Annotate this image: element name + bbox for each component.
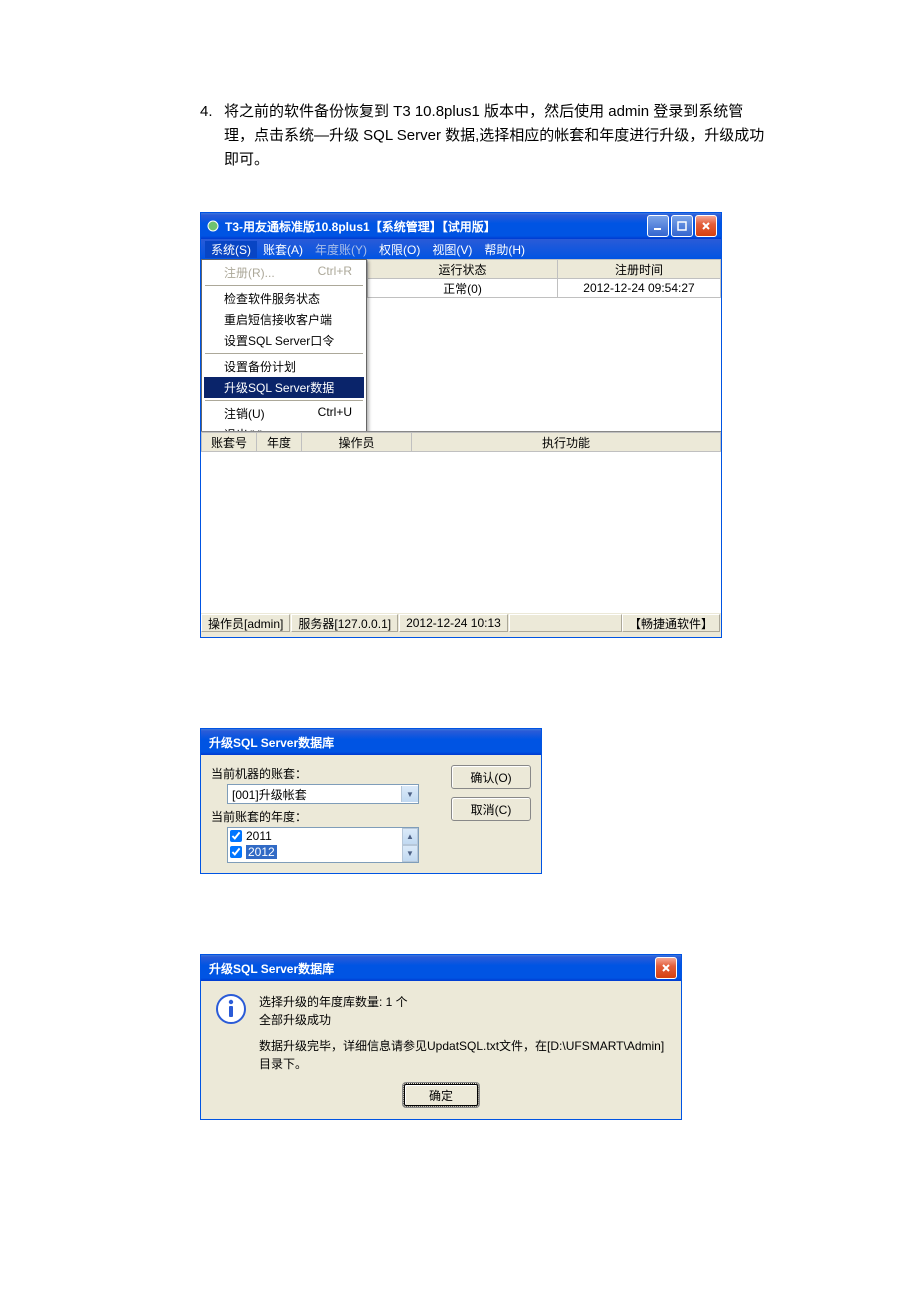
menu-view[interactable]: 视图(V) xyxy=(426,241,478,258)
status-operator: 操作员[admin] xyxy=(201,614,290,632)
menu-separator xyxy=(205,353,363,354)
app-icon xyxy=(205,218,221,234)
dialog-title: 升级SQL Server数据库 xyxy=(205,734,537,751)
account-combo-value: [001]升级帐套 xyxy=(228,786,401,803)
info-icon xyxy=(215,993,247,1025)
scrollbar[interactable]: ▲ ▼ xyxy=(402,828,418,862)
col-acctno[interactable]: 账套号 xyxy=(202,433,257,452)
main-window: T3-用友通标准版10.8plus1【系统管理】【试用版】 系统(S) 账套(A… xyxy=(200,212,722,638)
year-checkbox[interactable] xyxy=(230,846,242,858)
menu-upgrade-sql[interactable]: 升级SQL Server数据 xyxy=(204,377,364,398)
cancel-button[interactable]: 取消(C) xyxy=(451,797,531,821)
label-account: 当前机器的账套： xyxy=(211,765,441,782)
col-regtime[interactable]: 注册时间 xyxy=(558,260,721,279)
close-button[interactable] xyxy=(695,215,717,237)
msgbox-titlebar[interactable]: 升级SQL Server数据库 xyxy=(201,955,681,981)
account-combo[interactable]: [001]升级帐套 ▼ xyxy=(227,784,419,804)
upgrade-dialog: 升级SQL Server数据库 当前机器的账套： [001]升级帐套 ▼ 当前账… xyxy=(200,728,542,874)
msg-line3: 数据升级完毕，详细信息请参见UpdatSQL.txt文件，在[D:\UFSMAR… xyxy=(259,1037,667,1073)
menu-check-service[interactable]: 检查软件服务状态 xyxy=(204,288,364,309)
menubar: 系统(S) 账套(A) 年度账(Y) 权限(O) 视图(V) 帮助(H) xyxy=(201,239,721,259)
col-year[interactable]: 年度 xyxy=(257,433,302,452)
messagebox: 升级SQL Server数据库 选择升级的年度库数量: 1 个 全部升级成功 数… xyxy=(200,954,682,1120)
year-item-2011[interactable]: 2011 xyxy=(228,828,418,844)
cell-status: 正常(0) xyxy=(368,279,558,298)
system-menu-dropdown: 注册(R)... Ctrl+R 检查软件服务状态 重启短信接收客户端 设置SQL… xyxy=(201,259,367,432)
menu-exit[interactable]: 退出(X) xyxy=(204,424,364,432)
menu-separator xyxy=(205,285,363,286)
minimize-button[interactable] xyxy=(647,215,669,237)
year-item-2012[interactable]: 2012 xyxy=(228,844,418,860)
instruction-body: 将之前的软件备份恢复到 T3 10.8plus1 版本中，然后使用 admin … xyxy=(224,100,770,172)
menu-set-backup[interactable]: 设置备份计划 xyxy=(204,356,364,377)
tasks-table: 账套号 年度 操作员 执行功能 xyxy=(201,432,721,452)
menu-set-sql-pwd[interactable]: 设置SQL Server口令 xyxy=(204,330,364,351)
menu-restart-sms[interactable]: 重启短信接收客户端 xyxy=(204,309,364,330)
maximize-button[interactable] xyxy=(671,215,693,237)
year-listbox[interactable]: 2011 2012 ▲ ▼ xyxy=(227,827,419,863)
menu-year[interactable]: 年度账(Y) xyxy=(309,241,373,258)
ok-button[interactable]: 确认(O) xyxy=(451,765,531,789)
dialog-titlebar[interactable]: 升级SQL Server数据库 xyxy=(201,729,541,755)
label-year: 当前账套的年度： xyxy=(211,808,441,825)
cell-regtime: 2012-12-24 09:54:27 xyxy=(558,279,721,298)
menu-help[interactable]: 帮助(H) xyxy=(478,241,531,258)
close-button[interactable] xyxy=(655,957,677,979)
scroll-up-icon[interactable]: ▲ xyxy=(402,828,418,845)
year-checkbox[interactable] xyxy=(230,830,242,842)
menu-system[interactable]: 系统(S) xyxy=(205,241,257,258)
chevron-down-icon[interactable]: ▼ xyxy=(401,786,418,802)
statusbar: 操作员[admin] 服务器[127.0.0.1] 2012-12-24 10:… xyxy=(201,612,721,633)
menu-account[interactable]: 账套(A) xyxy=(257,241,309,258)
msgbox-text: 选择升级的年度库数量: 1 个 全部升级成功 数据升级完毕，详细信息请参见Upd… xyxy=(259,993,667,1073)
window-body: 站点 运行状态 注册时间 UHUI 正常(0) 2012-12-24 09:54… xyxy=(201,259,721,637)
col-function[interactable]: 执行功能 xyxy=(412,433,721,452)
instruction-number: 4. xyxy=(200,100,224,172)
titlebar[interactable]: T3-用友通标准版10.8plus1【系统管理】【试用版】 xyxy=(201,213,721,239)
ok-button[interactable]: 确定 xyxy=(403,1083,479,1107)
col-operator[interactable]: 操作员 xyxy=(302,433,412,452)
menu-separator xyxy=(205,400,363,401)
msgbox-title: 升级SQL Server数据库 xyxy=(205,960,655,977)
col-status[interactable]: 运行状态 xyxy=(368,260,558,279)
msg-line1: 选择升级的年度库数量: 1 个 xyxy=(259,993,667,1011)
status-brand: 【畅捷通软件】 xyxy=(622,614,720,632)
window-title: T3-用友通标准版10.8plus1【系统管理】【试用版】 xyxy=(225,218,647,235)
status-server: 服务器[127.0.0.1] xyxy=(291,614,398,632)
menu-permission[interactable]: 权限(O) xyxy=(373,241,426,258)
status-datetime: 2012-12-24 10:13 xyxy=(399,614,508,632)
menu-logout[interactable]: 注销(U) Ctrl+U xyxy=(204,403,364,424)
msg-line2: 全部升级成功 xyxy=(259,1011,667,1029)
instruction-text: 4. 将之前的软件备份恢复到 T3 10.8plus1 版本中，然后使用 adm… xyxy=(200,100,770,172)
scroll-down-icon[interactable]: ▼ xyxy=(402,845,418,862)
menu-register[interactable]: 注册(R)... Ctrl+R xyxy=(204,262,364,283)
